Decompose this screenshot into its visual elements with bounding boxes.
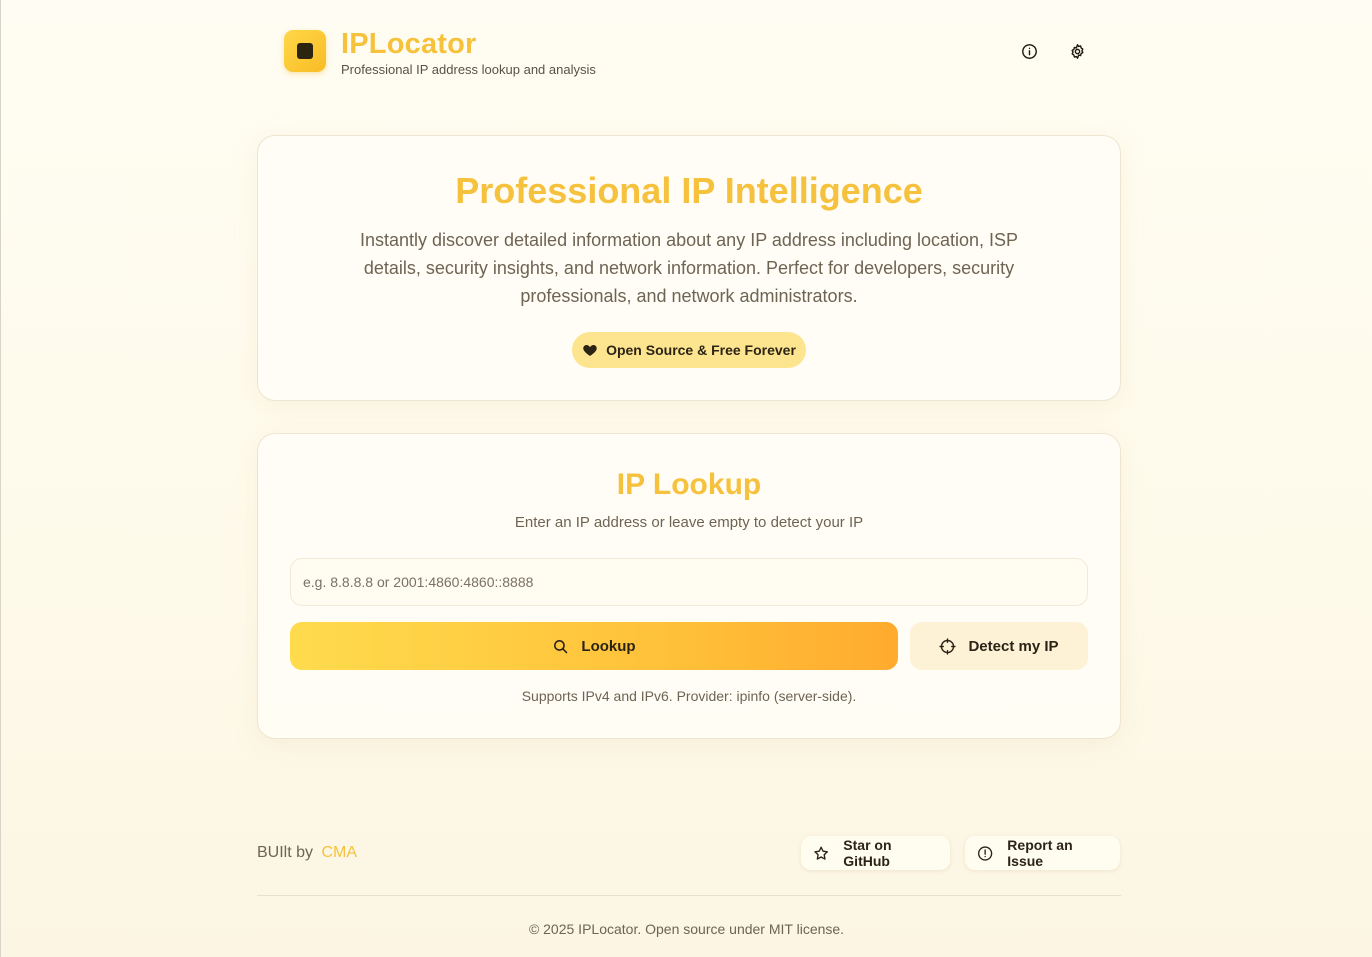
issue-button-label: Report an Issue: [1007, 837, 1073, 869]
lookup-subtitle: Enter an IP address or leave empty to de…: [514, 514, 864, 531]
provider-note: Supports IPv4 and IPv6. Provider: ipinfo…: [521, 688, 857, 704]
app-logo: [284, 30, 326, 72]
star-button-label: Star on GitHub: [843, 837, 892, 869]
settings-gear-icon: [1070, 43, 1084, 59]
hero-card: Professional IP Intelligence Instantly d…: [257, 135, 1121, 401]
copyright: © 2025 IPLocator. Open source under MIT …: [528, 921, 845, 937]
alert-circle-icon: [978, 845, 993, 861]
info-button[interactable]: [1016, 38, 1042, 64]
lookup-button-label: Lookup: [581, 637, 636, 655]
detect-my-ip-button[interactable]: Detect my IP: [910, 622, 1088, 670]
info-icon: [1021, 43, 1037, 59]
built-by-prefix: BUIlt by: [257, 844, 314, 861]
ip-address-input[interactable]: [290, 558, 1088, 606]
footer-divider: [257, 895, 1121, 896]
report-issue-button[interactable]: Report an Issue: [965, 836, 1120, 870]
star-on-github-button[interactable]: Star on GitHub: [801, 836, 950, 870]
badge-label: Open Source & Free Forever: [606, 342, 796, 358]
lookup-card: IP Lookup Enter an IP address or leave e…: [257, 433, 1121, 739]
star-icon: [814, 846, 829, 860]
open-source-badge: Open Source & Free Forever: [572, 332, 806, 368]
lookup-button[interactable]: Lookup: [290, 622, 898, 670]
search-icon: [554, 639, 568, 653]
crosshair-icon: [939, 637, 957, 655]
heart-icon: [583, 345, 597, 356]
hero-title: Professional IP Intelligence: [455, 170, 923, 211]
app-title: IPLocator: [341, 28, 477, 60]
detect-button-label: Detect my IP: [968, 637, 1059, 655]
settings-button[interactable]: [1064, 38, 1090, 64]
app-subtitle: Professional IP address lookup and analy…: [341, 62, 596, 77]
hero-description: Instantly discover detailed information …: [359, 230, 1019, 306]
lookup-title: IP Lookup: [616, 468, 762, 501]
app-header: IPLocator Professional IP address lookup…: [257, 28, 1121, 84]
built-by: BUIlt by CMA: [257, 844, 357, 862]
author-link[interactable]: CMA: [321, 844, 357, 861]
logo-square-icon: [297, 43, 313, 59]
